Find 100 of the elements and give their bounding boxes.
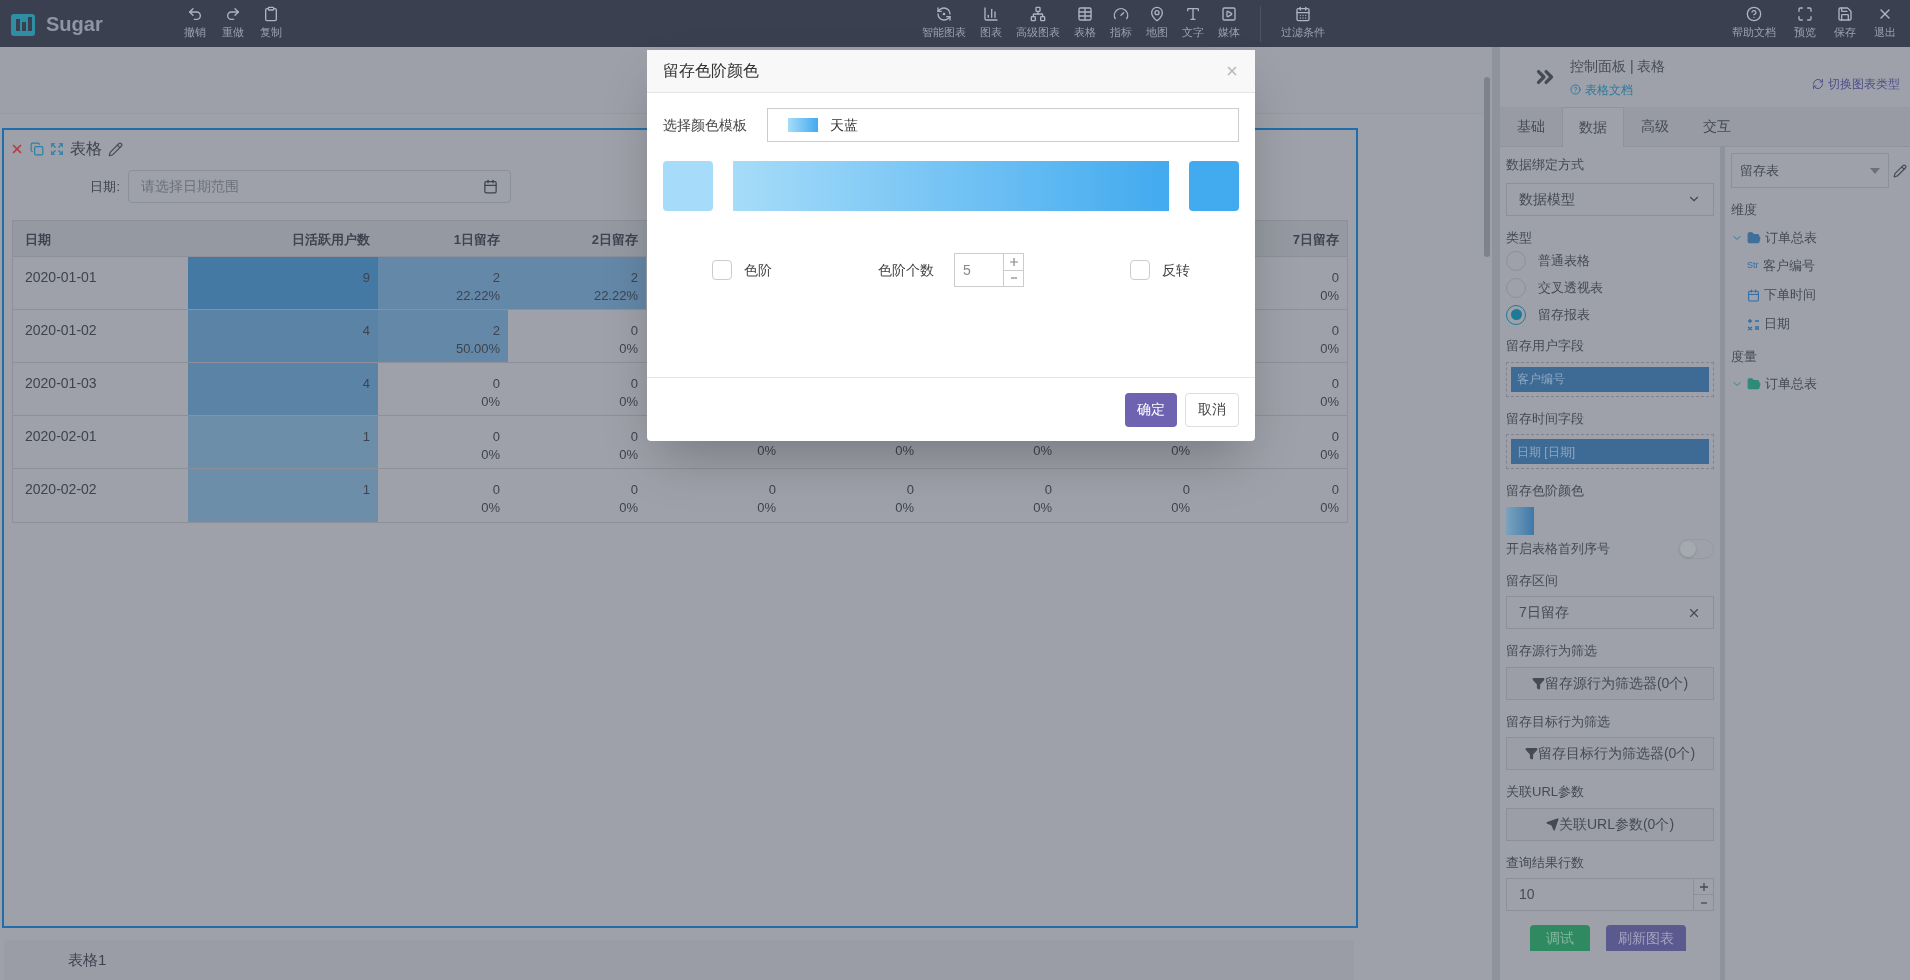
section-label: 查询结果行数 bbox=[1506, 853, 1585, 872]
tree-field[interactable]: 下单时间 bbox=[1731, 280, 1910, 310]
tree-folder[interactable]: 订单总表 bbox=[1731, 223, 1910, 252]
model-select[interactable]: 留存表 bbox=[1731, 153, 1889, 188]
toolbar-button[interactable]: 图表 bbox=[974, 0, 1008, 47]
toolbar-button[interactable]: 保存 bbox=[1828, 0, 1862, 47]
toolbar-button[interactable]: 预览 bbox=[1788, 0, 1822, 47]
bar-chart-icon bbox=[983, 6, 999, 23]
cell-text: 0 0% bbox=[895, 481, 914, 518]
cell-text: 0 0% bbox=[619, 481, 638, 518]
field-chip[interactable]: 日期 [日期] bbox=[1511, 439, 1709, 464]
tree-field[interactable]: 日期 bbox=[1731, 309, 1910, 339]
tab-label[interactable]: 表格1 bbox=[68, 948, 107, 972]
checkbox[interactable] bbox=[1130, 260, 1150, 280]
debug-button[interactable]: 调试 bbox=[1530, 925, 1590, 951]
refresh-button[interactable]: 刷新图表 bbox=[1606, 925, 1686, 951]
filter-button[interactable]: 留存目标行为筛选器(0个) bbox=[1506, 737, 1714, 770]
minus-icon[interactable] bbox=[1010, 277, 1017, 280]
end-color-swatch[interactable] bbox=[1189, 161, 1239, 211]
toggle[interactable] bbox=[1678, 538, 1714, 559]
save-icon bbox=[1837, 6, 1853, 23]
switch-type-link[interactable]: 切换图表类型 bbox=[1812, 75, 1900, 93]
section-label: 关联URL参数 bbox=[1506, 783, 1585, 801]
toolbar-button[interactable]: 帮助文档 bbox=[1726, 0, 1782, 47]
panel-tab[interactable]: 交互 bbox=[1686, 107, 1748, 146]
copy-icon[interactable] bbox=[30, 142, 44, 157]
toolbar-button[interactable]: 重做 bbox=[216, 0, 250, 47]
field-chip[interactable]: 客户编号 bbox=[1511, 366, 1709, 392]
close-icon[interactable] bbox=[1225, 64, 1239, 78]
filter-icon bbox=[1524, 747, 1538, 760]
toolbar-button[interactable]: 地图 bbox=[1140, 0, 1174, 47]
cell-text: 0 0% bbox=[1171, 481, 1190, 518]
toolbar-button[interactable]: 退出 bbox=[1868, 0, 1902, 47]
range-select[interactable]: 7日留存 bbox=[1506, 596, 1714, 629]
cancel-button[interactable]: 取消 bbox=[1185, 392, 1239, 427]
minus-icon[interactable] bbox=[1700, 901, 1707, 904]
radio-label: 留存报表 bbox=[1538, 305, 1590, 324]
cell-text: 1 bbox=[362, 428, 370, 447]
cell-text: 0 0% bbox=[1320, 322, 1339, 359]
dropdown-caret-icon bbox=[1870, 167, 1880, 174]
panel-tab[interactable]: 高级 bbox=[1624, 107, 1686, 146]
toolbar-button[interactable]: 指标 bbox=[1104, 0, 1138, 47]
toolbar-button[interactable]: 表格 bbox=[1068, 0, 1102, 47]
section-label: 维度 bbox=[1731, 201, 1758, 219]
panel-tab[interactable]: 基础 bbox=[1500, 107, 1562, 146]
cell-text: 0 0% bbox=[1033, 481, 1052, 518]
toolbar-button[interactable]: 智能图表 bbox=[916, 0, 972, 47]
toolbar-button[interactable]: 文字 bbox=[1176, 0, 1210, 47]
cell-text: 0 0% bbox=[619, 375, 638, 412]
table-icon bbox=[1077, 6, 1093, 23]
redo-icon bbox=[225, 6, 241, 23]
cell-text: 0% bbox=[1171, 442, 1190, 461]
cell-text: 1 bbox=[362, 481, 370, 500]
field-label: 色阶个数 bbox=[878, 260, 934, 280]
section-label: 留存时间字段 bbox=[1506, 409, 1585, 428]
filter-button[interactable]: 留存源行为筛选器(0个) bbox=[1506, 666, 1714, 700]
plus-icon[interactable] bbox=[1009, 257, 1018, 266]
cell-text: 0 0% bbox=[1320, 269, 1339, 306]
color-swatch[interactable] bbox=[1506, 506, 1534, 535]
toolbar-button[interactable]: 过滤条件 bbox=[1275, 0, 1331, 47]
url-params-button[interactable]: 关联URL参数(0个) bbox=[1506, 807, 1714, 841]
refresh-icon bbox=[1812, 78, 1824, 90]
paper-plane-icon bbox=[1545, 817, 1559, 831]
toolbar-button[interactable]: 撤销 bbox=[178, 0, 212, 47]
plus-icon[interactable] bbox=[1699, 882, 1708, 891]
tree-field[interactable]: Str 客户编号 bbox=[1731, 251, 1910, 281]
edit-icon[interactable] bbox=[108, 141, 123, 157]
start-color-swatch[interactable] bbox=[663, 161, 713, 211]
section-label: 数据绑定方式 bbox=[1506, 156, 1585, 174]
cell-text: 2020-01-02 bbox=[25, 321, 97, 340]
scrollbar[interactable] bbox=[1484, 77, 1490, 257]
doc-link[interactable]: 表格文档 bbox=[1570, 80, 1666, 99]
rows-stepper[interactable]: 10 bbox=[1506, 878, 1714, 911]
app-name: Sugar bbox=[46, 11, 103, 37]
edit-icon[interactable] bbox=[1893, 163, 1907, 178]
section-label: 留存目标行为筛选 bbox=[1506, 712, 1611, 731]
section-label: 度量 bbox=[1731, 347, 1758, 366]
panel-tab[interactable]: 数据 bbox=[1562, 107, 1624, 147]
template-select[interactable]: 天蓝 bbox=[767, 108, 1239, 142]
folder-icon bbox=[1747, 230, 1761, 245]
toolbar-button[interactable]: 高级图表 bbox=[1010, 0, 1066, 47]
toolbar-button[interactable]: 复制 bbox=[254, 0, 288, 47]
cell-text: 2020-01-03 bbox=[25, 374, 97, 393]
calculator-icon bbox=[1747, 317, 1760, 331]
level-count-stepper[interactable]: 5 bbox=[954, 253, 1024, 287]
cell-text: 2020-02-01 bbox=[25, 427, 97, 446]
radio-label: 交叉透视表 bbox=[1538, 278, 1603, 297]
checkbox[interactable] bbox=[712, 260, 732, 280]
cell-text: 2020-01-01 bbox=[25, 268, 97, 287]
dialog-title: 留存色阶颜色 bbox=[663, 61, 759, 81]
cell-text: 2 50.00% bbox=[455, 322, 500, 359]
binding-select[interactable]: 数据模型 bbox=[1506, 182, 1714, 216]
cell-text: 4 bbox=[362, 322, 370, 341]
calendar-icon bbox=[1747, 288, 1760, 302]
cell-text: 0 0% bbox=[1320, 428, 1339, 465]
expand-icon[interactable] bbox=[50, 142, 64, 157]
toolbar-button[interactable]: 媒体 bbox=[1212, 0, 1246, 47]
confirm-button[interactable]: 确定 bbox=[1125, 392, 1177, 427]
tree-folder[interactable]: 订单总表 bbox=[1731, 370, 1910, 398]
gradient-swatch bbox=[788, 118, 818, 132]
